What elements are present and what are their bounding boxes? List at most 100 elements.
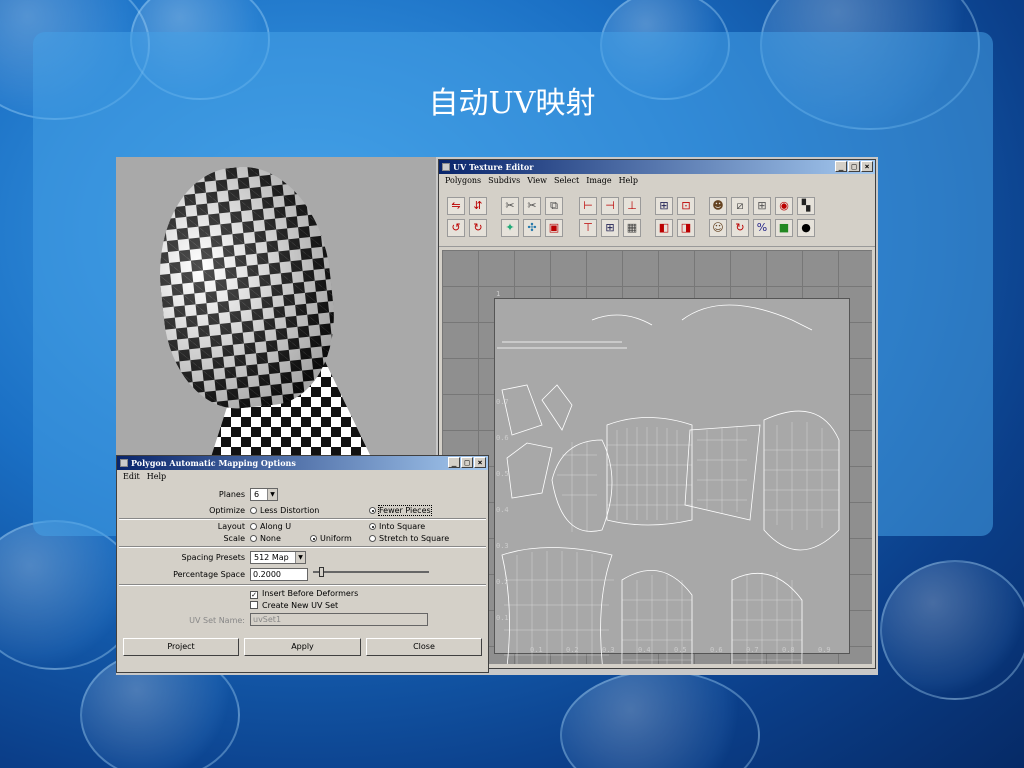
percentage-space-input[interactable]: 0.2000 — [250, 568, 308, 581]
tick-y: 0.5 — [496, 470, 509, 478]
flip-u-icon[interactable]: ⇋ — [447, 197, 465, 215]
move-sew-icon[interactable]: ⧉ — [545, 197, 563, 215]
sew-uv-icon[interactable]: ✂ — [523, 197, 541, 215]
rgb-channels-icon[interactable]: ■ — [775, 219, 793, 237]
close-button[interactable]: × — [474, 457, 486, 468]
uv-editor-titlebar[interactable]: UV Texture Editor _ □ × — [439, 160, 875, 174]
spacing-presets-label: Spacing Presets — [181, 553, 245, 562]
menu-image[interactable]: Image — [586, 174, 611, 187]
spacing-presets-dropdown[interactable]: 512 Map ▼ — [250, 551, 306, 564]
percentage-space-slider-handle[interactable] — [319, 567, 324, 577]
radio-icon — [310, 535, 317, 542]
scale-stretch-radio[interactable]: Stretch to Square — [369, 534, 449, 543]
tick-y: 1 — [496, 290, 501, 298]
prev-image-icon[interactable]: ◧ — [655, 219, 673, 237]
optimize-label: Optimize — [209, 506, 245, 515]
uv-set-name-input[interactable]: uvSet1 — [250, 613, 428, 626]
scale-none-radio[interactable]: None — [250, 534, 281, 543]
planes-dropdown[interactable]: 6 ▼ — [250, 488, 278, 501]
slide-title: 自动UV映射 — [428, 86, 596, 121]
maximize-button[interactable]: □ — [848, 161, 860, 172]
shade-uv-icon[interactable]: ▚ — [797, 197, 815, 215]
apply-button[interactable]: Apply — [244, 638, 361, 656]
menu-help[interactable]: Help — [147, 470, 166, 483]
tick-y: 0.6 — [496, 434, 509, 442]
menu-view[interactable]: View — [527, 174, 547, 187]
rotate-ccw-icon[interactable]: ↺ — [447, 219, 465, 237]
next-image-icon[interactable]: ◨ — [677, 219, 695, 237]
tick-y: 0.7 — [496, 398, 509, 406]
optimize-less-distortion-radio[interactable]: Less Distortion — [250, 506, 319, 515]
spacing-presets-value: 512 Map — [254, 553, 289, 562]
options-titlebar[interactable]: Polygon Automatic Mapping Options _ □ × — [117, 456, 488, 470]
3d-viewport[interactable] — [116, 157, 436, 457]
menu-edit[interactable]: Edit — [123, 470, 140, 483]
uv-set-name-label: UV Set Name: — [189, 616, 245, 625]
tick-x: 0.6 — [710, 646, 723, 654]
layout-along-u-radio[interactable]: Along U — [250, 522, 291, 531]
uv-editor-menubar: Polygons Subdivs View Select Image Help — [439, 174, 875, 187]
minimize-button[interactable]: _ — [835, 161, 847, 172]
maximize-button[interactable]: □ — [461, 457, 473, 468]
align-right-icon[interactable]: ⊣ — [601, 197, 619, 215]
radio-icon — [250, 523, 257, 530]
percentage-space-label: Percentage Space — [173, 570, 245, 579]
divider — [119, 546, 486, 548]
percentage-space-slider-track[interactable] — [313, 571, 429, 573]
tick-x: 0.3 — [602, 646, 615, 654]
uv-layout-canvas[interactable]: 0.1 0.2 0.3 0.4 0.5 0.6 0.7 0.8 0.9 1 0.… — [442, 250, 872, 664]
decor-bubble — [880, 560, 1024, 700]
menu-polygons[interactable]: Polygons — [445, 174, 481, 187]
tick-x: 0.5 — [674, 646, 687, 654]
frame-selected-icon[interactable]: ⊡ — [677, 197, 695, 215]
tick-x: 0.2 — [566, 646, 579, 654]
checkmark-icon: ✓ — [250, 591, 258, 599]
scale-uniform-radio[interactable]: Uniform — [310, 534, 352, 543]
tick-y: 0.2 — [496, 578, 509, 586]
decor-bubble — [560, 670, 760, 768]
radio-icon — [369, 523, 376, 530]
frame-all-icon[interactable]: ⊞ — [655, 197, 673, 215]
grid-uv-icon[interactable]: ⊞ — [601, 219, 619, 237]
cut-uv-icon[interactable]: ✂ — [501, 197, 519, 215]
scale-label: Scale — [223, 534, 245, 543]
texture-tile-icon[interactable]: % — [753, 219, 771, 237]
menu-subdivs[interactable]: Subdivs — [488, 174, 520, 187]
minimize-button[interactable]: _ — [448, 457, 460, 468]
checker-icon[interactable]: ▦ — [623, 219, 641, 237]
radio-label: Along U — [260, 522, 292, 531]
tick-x: 0.1 — [530, 646, 543, 654]
app-icon — [442, 163, 450, 171]
checkbox-label: Create New UV Set — [262, 601, 339, 610]
uv-set-icon[interactable]: ☺ — [709, 219, 727, 237]
create-new-uv-set-checkbox[interactable]: Create New UV Set — [250, 601, 338, 610]
optimize-fewer-pieces-radio[interactable]: Fewer Pieces — [369, 505, 432, 516]
menu-help[interactable]: Help — [619, 174, 638, 187]
tick-y: 0.4 — [496, 506, 509, 514]
radio-label: Fewer Pieces — [378, 505, 432, 516]
align-bottom-icon[interactable]: ⊥ — [623, 197, 641, 215]
update-icon[interactable]: ↻ — [731, 219, 749, 237]
checkbox-label: Insert Before Deformers — [262, 589, 359, 598]
display-image-icon[interactable]: ☻ — [709, 197, 727, 215]
close-dialog-button[interactable]: Close — [366, 638, 482, 656]
align-left-icon[interactable]: ⊢ — [579, 197, 597, 215]
align-top-icon[interactable]: ⊤ — [579, 219, 597, 237]
rotate-cw-icon[interactable]: ↻ — [469, 219, 487, 237]
menu-select[interactable]: Select — [554, 174, 579, 187]
flip-v-icon[interactable]: ⇵ — [469, 197, 487, 215]
insert-before-deformers-checkbox[interactable]: ✓ Insert Before Deformers — [250, 589, 358, 599]
unfold-uv-icon[interactable]: ▣ — [545, 219, 563, 237]
layout-into-square-radio[interactable]: Into Square — [369, 522, 425, 531]
layout-uv-icon[interactable]: ✦ — [501, 219, 519, 237]
divider — [119, 584, 486, 586]
grid-toggle-icon[interactable]: ⊞ — [753, 197, 771, 215]
close-button[interactable]: × — [861, 161, 873, 172]
radio-icon — [369, 535, 376, 542]
radio-label: Stretch to Square — [379, 534, 450, 543]
relax-uv-icon[interactable]: ✣ — [523, 219, 541, 237]
project-button[interactable]: Project — [123, 638, 239, 656]
dim-image-icon[interactable]: ⧄ — [731, 197, 749, 215]
alpha-channel-icon[interactable]: ● — [797, 219, 815, 237]
pixel-snap-icon[interactable]: ◉ — [775, 197, 793, 215]
